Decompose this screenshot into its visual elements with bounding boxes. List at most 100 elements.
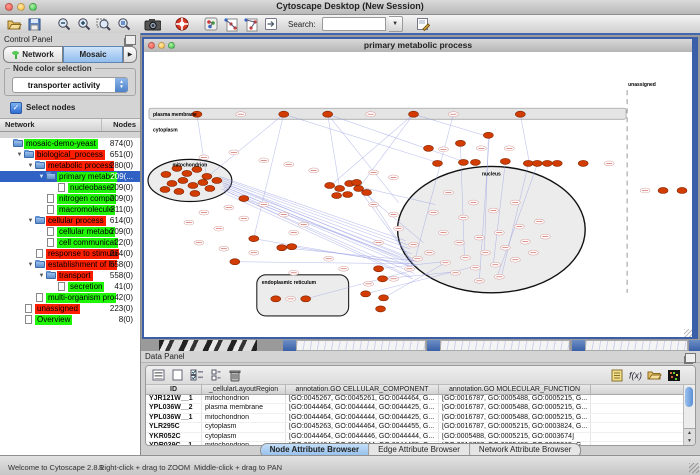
vizmapper-icon[interactable]	[202, 17, 219, 32]
network-node[interactable]	[352, 179, 362, 185]
tree-row[interactable]: ▼primary metabo209(...	[0, 171, 140, 182]
table-cell[interactable]: cytoplasm	[202, 433, 286, 441]
tree-row[interactable]: ▼transport558(0)	[0, 270, 140, 281]
network-node[interactable]	[409, 111, 419, 117]
disclosure-triangle-icon[interactable]: ▼	[15, 152, 24, 158]
tree-row[interactable]: cellular metabo209(0)	[0, 226, 140, 237]
network-node[interactable]	[205, 185, 215, 191]
network-node[interactable]	[212, 177, 222, 183]
disclosure-triangle-icon[interactable]: ▼	[37, 273, 46, 279]
table-cell[interactable]: [GO:0044464, GO:0044446, GO:0044444, G..…	[286, 433, 439, 441]
select-attributes-icon[interactable]	[151, 368, 166, 382]
float-data-panel-icon[interactable]	[685, 353, 696, 363]
zoom-in-icon[interactable]	[75, 17, 92, 32]
select-nodes-checkbox[interactable]: ✓	[10, 102, 22, 114]
table-cell[interactable]: [GO:0016787, GO:0005488, GO:0005215, G..…	[439, 395, 591, 403]
network-canvas[interactable]: plasma membranecytoplasmmitochondrionnuc…	[144, 52, 692, 337]
network-node[interactable]	[230, 259, 240, 265]
tree-row[interactable]: macromolecule311(0)	[0, 204, 140, 215]
network-node[interactable]	[578, 160, 588, 166]
network-view-window[interactable]: primary metabolic process plasma membran…	[142, 37, 698, 339]
tree-row[interactable]: multi-organism pro42(0)	[0, 292, 140, 303]
tree-row[interactable]: nitrogen compo209(0)	[0, 193, 140, 204]
table-cell[interactable]: YKR052C	[146, 433, 202, 441]
column-header[interactable]: annotation.GO MOLECULAR_FUNCTION	[439, 385, 591, 394]
table-cell[interactable]: YDR039C__1	[146, 442, 202, 446]
layout-b-icon[interactable]	[242, 17, 259, 32]
table-row[interactable]: YPL036W__2plasma membrane[GO:0044464, GO…	[146, 404, 684, 413]
attribute-editor-icon[interactable]	[415, 17, 432, 32]
network-node[interactable]	[500, 158, 510, 164]
network-node[interactable]	[515, 111, 525, 117]
network-node[interactable]	[249, 236, 259, 242]
background-window-titlebar[interactable]	[689, 340, 700, 351]
scrollbar-thumb[interactable]	[685, 387, 693, 407]
network-node[interactable]	[376, 306, 386, 312]
zoom-fit-icon[interactable]	[115, 17, 132, 32]
network-node[interactable]	[432, 160, 442, 166]
table-cell[interactable]: [GO:0044464, GO:0044444, GO:0044425, G..…	[286, 414, 439, 422]
delete-attribute-icon[interactable]	[227, 368, 242, 382]
table-cell[interactable]: YLR295C	[146, 423, 202, 431]
float-panel-icon[interactable]	[125, 35, 136, 45]
disclosure-triangle-icon[interactable]: ▼	[26, 262, 35, 268]
zoom-selected-region-icon[interactable]	[95, 17, 112, 32]
background-window-titlebar[interactable]	[283, 340, 296, 351]
table-cell[interactable]: [GO:0044464, GO:0044444, GO:0044425, G..…	[286, 404, 439, 412]
attribute-pair-icon[interactable]	[208, 368, 223, 382]
network-node[interactable]	[271, 296, 281, 302]
layout-a-icon[interactable]	[222, 17, 239, 32]
app-resize-grip[interactable]	[689, 463, 699, 473]
table-cell[interactable]: YPL036W__2	[146, 404, 202, 412]
network-node[interactable]	[190, 190, 200, 196]
network-node[interactable]	[483, 132, 493, 138]
tab-mosaic[interactable]: Mosaic	[63, 46, 123, 63]
network-node[interactable]	[287, 244, 297, 250]
network-node[interactable]	[423, 145, 433, 151]
background-window-thumbnail[interactable]	[440, 340, 570, 351]
table-scrollbar[interactable]: ▲▼	[683, 385, 695, 445]
table-cell[interactable]: [GO:0045263, GO:0044464, GO:0044455, G..…	[286, 423, 439, 431]
table-cell[interactable]: [GO:0016787, GO:0005215, GO:0003824, G..…	[439, 423, 591, 431]
network-node[interactable]	[677, 187, 687, 193]
disclosure-triangle-icon[interactable]: ▼	[26, 218, 35, 224]
network-node[interactable]	[379, 295, 389, 301]
attribute-checklist-icon[interactable]	[189, 368, 204, 382]
tree-row[interactable]: ▼cellular process614(0)	[0, 215, 140, 226]
table-row[interactable]: YPL036W__1mitochondrion[GO:0044464, GO:0…	[146, 414, 684, 423]
tab-network[interactable]: Network	[3, 46, 63, 63]
network-node[interactable]	[279, 111, 289, 117]
network-node[interactable]	[542, 160, 552, 166]
background-window-titlebar[interactable]	[572, 340, 585, 351]
table-cell[interactable]: cytoplasm	[202, 423, 286, 431]
network-node[interactable]	[455, 140, 465, 146]
table-cell[interactable]: [GO:0016787, GO:0005488, GO:0005215, G..…	[439, 404, 591, 412]
network-node[interactable]	[160, 186, 170, 192]
network-node[interactable]	[167, 180, 177, 186]
save-icon[interactable]	[26, 17, 43, 32]
import-attributes-icon[interactable]	[647, 368, 662, 382]
network-node[interactable]	[325, 182, 335, 188]
tree-row[interactable]: ▼metabolic process280(0)	[0, 160, 140, 171]
network-node[interactable]	[198, 179, 208, 185]
table-cell[interactable]: [GO:0005488, GO:0005215, GO:0003674]	[439, 433, 591, 441]
tree-row[interactable]: ▼biological_process651(0)	[0, 149, 140, 160]
table-row[interactable]: YKR052Ccytoplasm[GO:0044464, GO:0044446,…	[146, 433, 684, 442]
table-cell[interactable]: mitochondrion	[202, 395, 286, 403]
network-node[interactable]	[658, 187, 668, 193]
table-cell[interactable]: [GO:0016787, GO:0005488, GO:0005215, G..…	[439, 414, 591, 422]
network-node[interactable]	[458, 159, 468, 165]
table-row[interactable]: YLR295Ccytoplasm[GO:0045263, GO:0044464,…	[146, 423, 684, 432]
column-header[interactable]: annotation.GO CELLULAR_COMPONENT	[286, 385, 439, 394]
network-node[interactable]	[239, 196, 249, 202]
network-node[interactable]	[374, 266, 384, 272]
open-file-icon[interactable]	[6, 17, 23, 32]
tree-row[interactable]: ▼establishment of lo558(0)	[0, 259, 140, 270]
network-node[interactable]	[174, 188, 184, 194]
node-color-dropdown[interactable]: transporter activity ▴▾	[12, 77, 128, 93]
scrollbar-arrows[interactable]: ▲▼	[684, 428, 695, 445]
network-node[interactable]	[343, 191, 353, 197]
snapshot-icon[interactable]	[144, 17, 161, 32]
table-cell[interactable]: plasma membrane	[202, 404, 286, 412]
new-attribute-icon[interactable]	[170, 368, 185, 382]
